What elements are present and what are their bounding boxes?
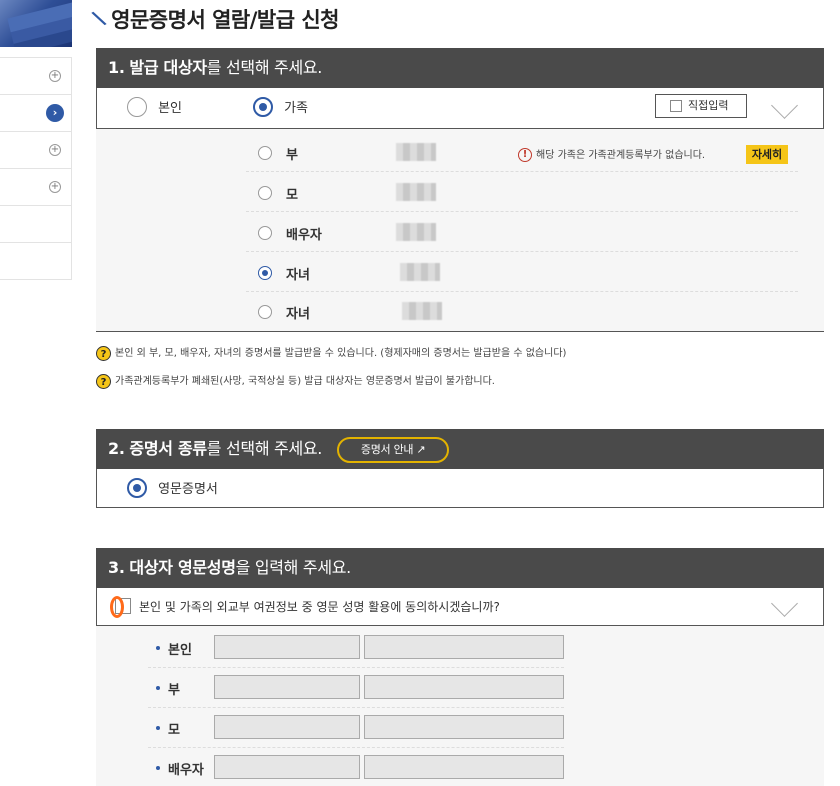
section3-agree-box: 본인 및 가족의 외교부 여권정보 중 영문 성명 활용에 동의하시겠습니까?: [96, 588, 824, 626]
sidebar-item-1[interactable]: +: [0, 58, 72, 95]
masked-name: [396, 143, 436, 161]
direct-input-checkbox[interactable]: [670, 100, 682, 112]
family-radio-spouse[interactable]: [258, 226, 272, 240]
mother-given-name-input[interactable]: [364, 715, 564, 739]
family-row-spouse[interactable]: 배우자: [246, 213, 798, 252]
detail-button[interactable]: 자세히: [746, 145, 788, 164]
self-radio[interactable]: [127, 96, 147, 117]
section2-type-select: 영문증명서: [96, 469, 824, 508]
family-row-child-1[interactable]: 자녀: [246, 253, 798, 292]
section2-header: 2. 증명서 종류를 선택해 주세요. 증명서 안내 ↗: [96, 429, 824, 469]
self-given-name-input[interactable]: [364, 635, 564, 659]
english-cert-option[interactable]: 영문증명서: [127, 477, 218, 498]
question-icon: ?: [96, 345, 111, 361]
plus-circle-icon: +: [49, 144, 61, 156]
name-row-self: 본인: [148, 628, 564, 668]
father-given-name-input[interactable]: [364, 675, 564, 699]
family-radio[interactable]: [253, 96, 273, 117]
name-row-spouse: 배우자: [148, 748, 564, 786]
page-title: \ 영문증명서 열람/발급 신청: [89, 6, 339, 32]
alert-icon: !: [518, 148, 532, 162]
sidebar-item-4[interactable]: +: [0, 169, 72, 206]
masked-name: [396, 223, 436, 241]
spouse-given-name-input[interactable]: [364, 755, 564, 779]
family-radio-option[interactable]: 가족: [253, 96, 308, 117]
arrow-circle-icon: ›: [46, 104, 64, 122]
section3-header: 3. 대상자 영문성명을 입력해 주세요.: [96, 548, 824, 588]
spouse-surname-input[interactable]: [214, 755, 360, 779]
self-label: 본인: [158, 101, 183, 116]
english-name-table: 본인 부 모 배우자: [96, 626, 824, 786]
english-cert-radio[interactable]: [127, 477, 147, 498]
direct-input-button[interactable]: 직접입력: [655, 94, 747, 118]
mother-surname-input[interactable]: [214, 715, 360, 739]
sidebar-item-5[interactable]: [0, 206, 72, 243]
certificate-guide-button[interactable]: 증명서 안내 ↗: [336, 436, 450, 463]
family-radio-mother[interactable]: [258, 186, 272, 200]
family-radio-child-2[interactable]: [258, 305, 272, 319]
note-2: ? 가족관계등록부가 폐쇄된(사망, 국적상실 등) 발급 대상자는 영문증명서 …: [96, 372, 495, 389]
question-icon: ?: [96, 373, 111, 389]
bullet-icon: [156, 726, 160, 730]
masked-name: [396, 183, 436, 201]
family-radio-father[interactable]: [258, 146, 272, 160]
focus-highlight-ring: [110, 596, 124, 618]
family-radio-child-1[interactable]: [258, 266, 272, 280]
title-marker-icon: \: [89, 6, 108, 31]
agree-label: 본인 및 가족의 외교부 여권정보 중 영문 성명 활용에 동의하시겠습니까?: [139, 600, 500, 614]
bullet-icon: [156, 646, 160, 650]
masked-name: [400, 263, 440, 281]
family-row-father[interactable]: 부 ! 해당 가족은 가족관계등록부가 없습니다. 자세히: [246, 133, 798, 172]
no-registry-warning: ! 해당 가족은 가족관계등록부가 없습니다.: [518, 146, 705, 162]
bullet-icon: [156, 686, 160, 690]
masked-name: [402, 302, 442, 320]
plus-circle-icon: +: [49, 70, 61, 82]
plus-circle-icon: +: [49, 181, 61, 193]
family-list: 부 ! 해당 가족은 가족관계등록부가 없습니다. 자세히 모 배우자 자녀 자녀: [96, 129, 824, 332]
bullet-icon: [156, 766, 160, 770]
sidebar-item-3[interactable]: +: [0, 132, 72, 169]
family-label: 가족: [284, 101, 309, 116]
self-radio-option[interactable]: 본인: [127, 96, 182, 117]
name-row-mother: 모: [148, 708, 564, 748]
sidebar-item-2-active[interactable]: ›: [0, 95, 72, 132]
section1-header: 1. 발급 대상자를 선택해 주세요.: [96, 48, 824, 88]
sidebar-item-6[interactable]: [0, 243, 72, 280]
chevron-down-icon[interactable]: [775, 602, 797, 624]
family-row-mother[interactable]: 모: [246, 173, 798, 212]
sidebar-banner-image: [0, 0, 72, 47]
father-surname-input[interactable]: [214, 675, 360, 699]
name-row-father: 부: [148, 668, 564, 708]
note-1: ? 본인 외 부, 모, 배우자, 자녀의 증명서를 발급받을 수 있습니다. (…: [96, 344, 566, 361]
family-row-child-2[interactable]: 자녀: [246, 292, 798, 331]
chevron-down-icon[interactable]: [775, 104, 797, 126]
section1-target-select: 본인 가족 직접입력: [96, 88, 824, 129]
self-surname-input[interactable]: [214, 635, 360, 659]
sidebar-menu: + › + +: [0, 57, 72, 280]
